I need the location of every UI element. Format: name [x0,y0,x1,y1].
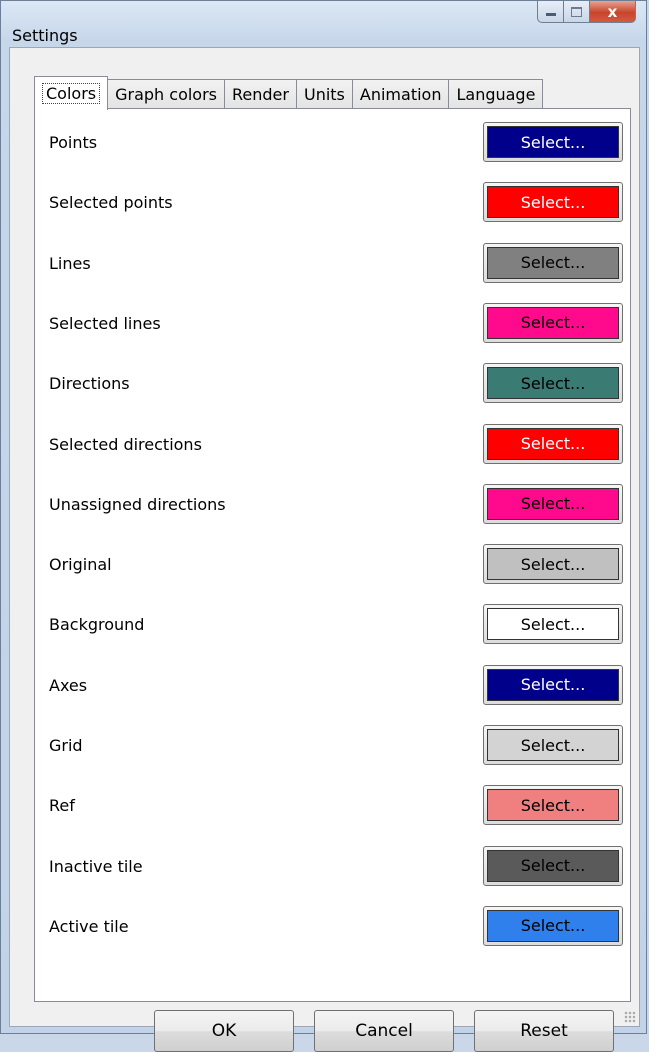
color-row: Points Select... [35,121,630,165]
minimize-icon [545,13,556,16]
color-swatch: Select... [487,909,619,942]
tab-strip: Colors Graph colors Render Units Animation La… [34,76,544,110]
color-row: Selected lines Select... [35,302,630,346]
color-setting-label: Background [49,615,145,635]
color-swatch: Select... [487,608,619,641]
select-color-button[interactable]: Select... [483,423,623,464]
title-bar[interactable]: Settings x [1,1,646,47]
tab-label: Language [456,85,536,104]
window-title: Settings [12,26,78,45]
color-swatch: Select... [487,427,619,460]
select-color-button[interactable]: Select... [483,664,623,705]
color-row: Unassigned directions Select... [35,483,630,527]
select-color-button[interactable]: Select... [483,363,623,404]
color-swatch: Select... [487,126,619,158]
color-row: Inactive tile Select... [35,845,630,889]
color-setting-label: Active tile [49,916,129,936]
select-color-button[interactable]: Select... [483,483,623,524]
color-swatch: Select... [487,367,619,400]
color-setting-label: Selected lines [49,313,161,333]
settings-window: Settings x Colors Graph colors Render Units… [0,0,647,1052]
select-color-button[interactable]: Select... [483,242,623,283]
color-swatch: Select... [487,548,619,581]
tab-label: Animation [359,85,442,104]
color-setting-label: Points [49,133,98,152]
color-row: Active tile Select... [35,905,630,949]
select-color-button[interactable]: Select... [483,544,623,585]
tab-label: Units [303,85,345,104]
reset-button[interactable]: Reset [474,1010,614,1052]
tab-label: Render [232,85,289,104]
select-color-button[interactable]: Select... [483,122,623,162]
color-row: Original Select... [35,543,630,587]
color-setting-label: Lines [49,253,91,273]
color-setting-label: Inactive tile [49,856,143,876]
color-row: Directions Select... [35,362,630,406]
tab-label: Colors [42,83,101,104]
dialog-client-area: Colors Graph colors Render Units Animation La… [9,47,640,1052]
color-row: Lines Select... [35,242,630,286]
color-swatch: Select... [487,668,619,701]
color-setting-label: Original [49,555,112,575]
minimize-button[interactable] [537,1,564,23]
maximize-icon [571,6,582,17]
color-swatch: Select... [487,186,619,219]
color-row: Background Select... [35,603,630,647]
maximize-button[interactable] [564,1,590,23]
color-swatch: Select... [487,306,619,339]
select-color-button[interactable]: Select... [483,905,623,946]
color-swatch: Select... [487,789,619,822]
select-color-button[interactable]: Select... [483,785,623,826]
tab-render[interactable]: Render [224,79,297,109]
tab-language[interactable]: Language [448,79,544,109]
select-color-button[interactable]: Select... [483,725,623,765]
color-row: Selected points Select... [35,181,630,225]
select-color-button[interactable]: Select... [483,302,623,343]
cancel-button[interactable]: Cancel [314,1010,454,1052]
color-swatch: Select... [487,246,619,279]
color-setting-label: Unassigned directions [49,494,226,514]
color-setting-label: Ref [49,796,75,816]
colors-tab-panel: Points Select... Selected points Select... L… [34,108,631,1002]
select-color-button[interactable]: Select... [483,845,623,886]
color-setting-label: Selected points [49,193,173,213]
tab-animation[interactable]: Animation [351,79,450,109]
color-row: Grid Select... [35,724,630,768]
color-setting-label: Selected directions [49,434,202,454]
resize-grip-icon[interactable] [624,1011,636,1023]
ok-button[interactable]: OK [154,1010,294,1052]
color-row: Axes Select... [35,664,630,708]
tab-label: Graph colors [115,85,218,104]
caption-buttons: x [537,1,636,25]
select-color-button[interactable]: Select... [483,182,623,223]
color-swatch: Select... [487,849,619,882]
tab-units[interactable]: Units [295,79,353,109]
color-setting-label: Grid [49,736,83,755]
select-color-button[interactable]: Select... [483,604,623,645]
color-setting-label: Axes [49,675,88,695]
close-button[interactable]: x [590,1,636,23]
color-swatch: Select... [487,487,619,520]
color-swatch: Select... [487,729,619,761]
color-setting-label: Directions [49,374,130,394]
close-icon: x [607,2,618,21]
color-row: Selected directions Select... [35,423,630,467]
color-row: Ref Select... [35,784,630,828]
tab-colors[interactable]: Colors [34,76,109,110]
tab-graph-colors[interactable]: Graph colors [107,79,226,109]
